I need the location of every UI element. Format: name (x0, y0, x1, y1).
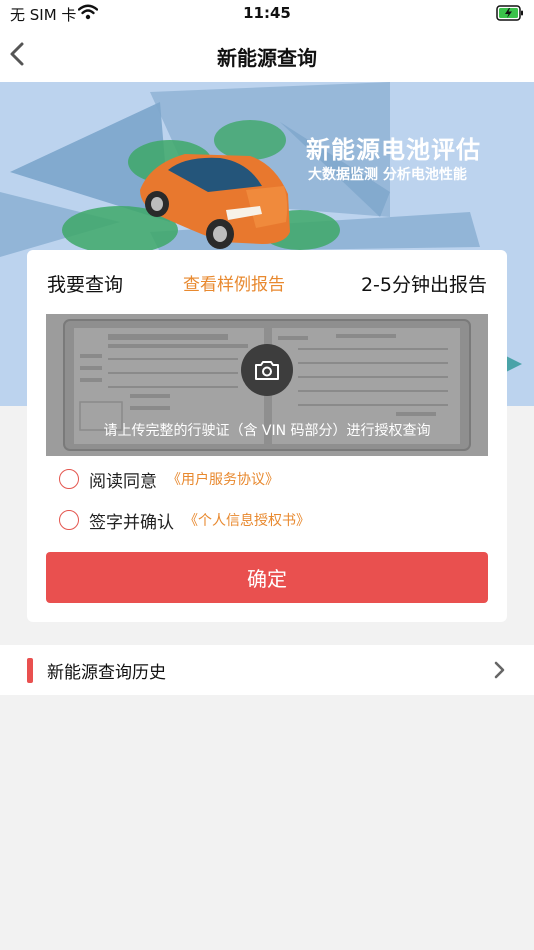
banner-title: 新能源电池评估 (306, 136, 481, 164)
query-history-row[interactable]: 新能源查询历史 (0, 645, 534, 695)
camera-icon (255, 361, 279, 380)
sample-report-link[interactable]: 查看样例报告 (183, 270, 285, 295)
history-label: 新能源查询历史 (47, 663, 166, 683)
camera-button[interactable] (241, 344, 293, 396)
terms-link[interactable]: 《用户服务协议》 (167, 469, 279, 489)
status-bar: 无 SIM 卡 11:45 (0, 0, 534, 28)
terms-radio[interactable] (59, 469, 79, 489)
upload-hint-text: 请上传完整的行驶证（含 VIN 码部分）进行授权查询 (103, 423, 431, 439)
page-title: 新能源查询 (217, 46, 317, 70)
authorization-link[interactable]: 《个人信息授权书》 (184, 510, 310, 530)
terms-label: 阅读同意 (89, 471, 157, 492)
authorization-radio[interactable] (59, 510, 79, 530)
history-accent-bar (27, 658, 33, 683)
banner-subtitle: 大数据监测 分析电池性能 (308, 167, 467, 183)
navigation-bar: 新能源查询 (0, 28, 534, 82)
chevron-right-icon (494, 661, 505, 679)
battery-charging-icon (496, 5, 523, 21)
license-upload-area[interactable]: 请上传完整的行驶证（含 VIN 码部分）进行授权查询 (46, 314, 488, 456)
agreement-row-terms: 阅读同意 《用户服务协议》 (59, 466, 279, 492)
status-time: 11:45 (243, 4, 291, 22)
agreement-row-authorization: 签字并确认 《个人信息授权书》 (59, 507, 310, 533)
confirm-button[interactable]: 确定 (46, 552, 488, 603)
query-heading: 我要查询 (47, 274, 124, 296)
authorization-label: 签字并确认 (89, 512, 174, 533)
query-card: 我要查询 查看样例报告 2-5分钟出报告 请上传完整的行驶证（含 VIN 码部分… (27, 250, 507, 622)
report-turnaround: 2-5分钟出报告 (360, 274, 487, 296)
